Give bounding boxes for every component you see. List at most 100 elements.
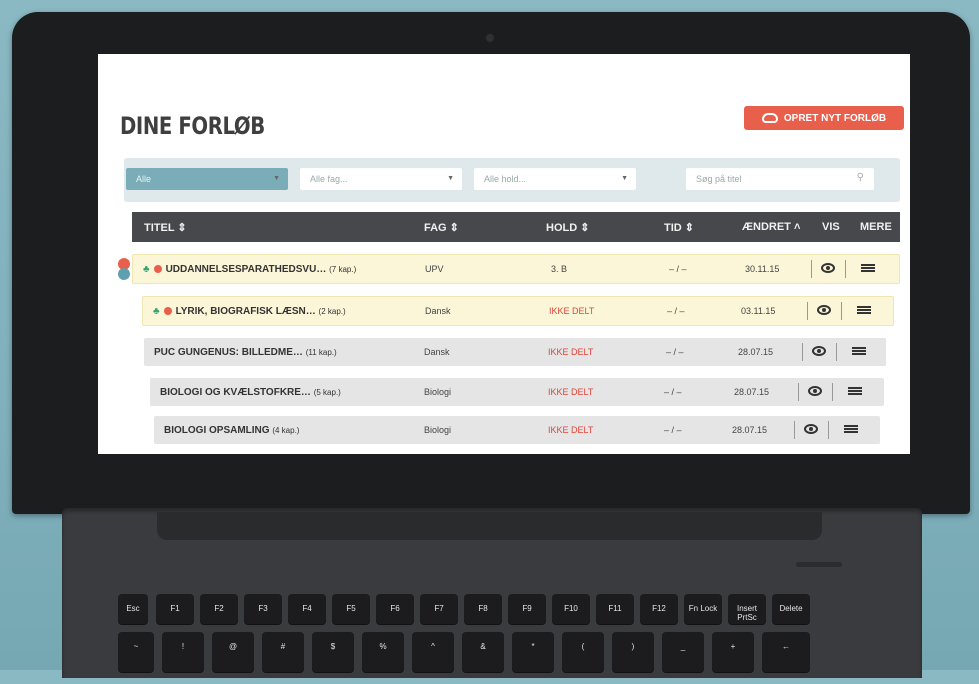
row-title: PUC GUNGENUS: BILLEDME… (11 kap.) bbox=[154, 347, 337, 358]
divider bbox=[832, 383, 833, 401]
row-title: ♣ UDDANNELSESPARATHEDSVU… (7 kap.) bbox=[143, 264, 357, 275]
row-title: ♣ LYRIK, BIOGRAFISK LÆSN… (2 kap.) bbox=[153, 306, 346, 317]
eye-icon[interactable] bbox=[812, 346, 826, 356]
key-9[interactable]: ( bbox=[562, 632, 604, 672]
team-select[interactable]: Alle hold... ▼ bbox=[474, 168, 636, 190]
create-course-button[interactable]: OPRET NYT FORLØB bbox=[744, 106, 904, 130]
row-time: – / – bbox=[664, 425, 682, 435]
key-f7[interactable]: F7 bbox=[420, 594, 458, 624]
divider bbox=[798, 383, 799, 401]
table-row[interactable]: ♣ UDDANNELSESPARATHEDSVU… (7 kap.) UPV 3.… bbox=[132, 254, 900, 284]
key-insert[interactable]: Insert PrtSc bbox=[728, 594, 766, 624]
status-dot-icon bbox=[163, 307, 172, 316]
key-4[interactable]: $ bbox=[312, 632, 354, 672]
menu-icon[interactable] bbox=[844, 425, 858, 433]
scope-select[interactable]: Alle ▼ bbox=[126, 168, 288, 190]
key-f9[interactable]: F9 bbox=[508, 594, 546, 624]
divider bbox=[845, 260, 846, 278]
cloud-icon bbox=[761, 113, 778, 123]
divider bbox=[811, 260, 812, 278]
menu-icon[interactable] bbox=[857, 306, 871, 314]
key-f5[interactable]: F5 bbox=[332, 594, 370, 624]
key-6[interactable]: ^ bbox=[412, 632, 454, 672]
status-dot-icon bbox=[153, 265, 162, 274]
col-view: VIS bbox=[822, 221, 840, 233]
key-plus[interactable]: + bbox=[712, 632, 754, 672]
search-input[interactable]: Søg på titel ⚲ bbox=[686, 168, 874, 190]
key-1[interactable]: ! bbox=[162, 632, 204, 672]
table-row[interactable]: BIOLOGI OPSAMLING (4 kap.) Biologi IKKE … bbox=[154, 416, 880, 444]
row-subject: Dansk bbox=[424, 347, 450, 357]
key-f12[interactable]: F12 bbox=[640, 594, 678, 624]
chevron-down-icon: ▼ bbox=[273, 175, 280, 182]
key-f10[interactable]: F10 bbox=[552, 594, 590, 624]
eye-icon[interactable] bbox=[821, 263, 835, 273]
key-tilde[interactable]: ~ bbox=[118, 632, 154, 672]
table-row[interactable]: PUC GUNGENUS: BILLEDME… (11 kap.) Dansk … bbox=[144, 338, 886, 366]
create-course-label: OPRET NYT FORLØB bbox=[783, 112, 887, 124]
key-f4[interactable]: F4 bbox=[288, 594, 326, 624]
key-f3[interactable]: F3 bbox=[244, 594, 282, 624]
divider bbox=[836, 343, 837, 361]
key-f6[interactable]: F6 bbox=[376, 594, 414, 624]
col-time[interactable]: TID ⇕ bbox=[664, 221, 694, 234]
table-row[interactable]: ♣ LYRIK, BIOGRAFISK LÆSN… (2 kap.) Dansk … bbox=[142, 296, 894, 326]
keyboard: Esc F1 F2 F3 F4 F5 F6 F7 F8 F9 F10 F11 F… bbox=[118, 594, 908, 684]
eye-icon[interactable] bbox=[808, 386, 822, 396]
row-subject: UPV bbox=[425, 264, 444, 274]
key-8[interactable]: * bbox=[512, 632, 554, 672]
row-team: IKKE DELT bbox=[548, 347, 594, 357]
page-title: DINE FORLØB bbox=[120, 112, 265, 140]
row-changed: 28.07.15 bbox=[738, 347, 774, 357]
scope-value: Alle bbox=[136, 174, 152, 184]
table-row[interactable]: BIOLOGI OG KVÆLSTOFKRE… (5 kap.) Biologi… bbox=[150, 378, 884, 406]
col-subject[interactable]: FAG ⇕ bbox=[424, 221, 459, 234]
laptop-lid: DINE FORLØB OPRET NYT FORLØB Alle ▼ Alle… bbox=[12, 12, 970, 514]
row-changed: 28.07.15 bbox=[732, 425, 768, 435]
group-icon: ♣ bbox=[143, 264, 150, 275]
menu-icon[interactable] bbox=[852, 347, 866, 355]
key-delete[interactable]: Delete bbox=[772, 594, 810, 624]
key-5[interactable]: % bbox=[362, 632, 404, 672]
row-changed: 30.11.15 bbox=[745, 264, 780, 274]
eye-icon[interactable] bbox=[817, 305, 831, 315]
menu-icon[interactable] bbox=[848, 387, 862, 395]
key-f8[interactable]: F8 bbox=[464, 594, 502, 624]
row-team: IKKE DELT bbox=[549, 306, 595, 316]
key-f1[interactable]: F1 bbox=[156, 594, 194, 624]
key-fn-lock[interactable]: Fn Lock bbox=[684, 594, 722, 624]
row-team: IKKE DELT bbox=[548, 425, 594, 435]
col-title[interactable]: TITEL ⇕ bbox=[144, 221, 187, 234]
divider bbox=[828, 421, 829, 439]
key-3[interactable]: # bbox=[262, 632, 304, 672]
key-esc[interactable]: Esc bbox=[118, 594, 148, 624]
row-title: BIOLOGI OPSAMLING (4 kap.) bbox=[164, 425, 300, 436]
divider bbox=[841, 302, 842, 320]
key-backspace[interactable]: ← bbox=[762, 632, 810, 672]
key-2[interactable]: @ bbox=[212, 632, 254, 672]
chevron-down-icon: ▼ bbox=[447, 175, 454, 182]
key-f11[interactable]: F11 bbox=[596, 594, 634, 624]
group-icon: ♣ bbox=[153, 306, 160, 317]
search-placeholder: Søg på titel bbox=[696, 174, 742, 184]
key-f2[interactable]: F2 bbox=[200, 594, 238, 624]
subject-select[interactable]: Alle fag... ▼ bbox=[300, 168, 462, 190]
divider bbox=[794, 421, 795, 439]
row-time: – / – bbox=[669, 264, 687, 274]
notification-badges bbox=[118, 258, 130, 280]
menu-icon[interactable] bbox=[861, 264, 875, 272]
col-team[interactable]: HOLD ⇕ bbox=[546, 221, 589, 234]
row-title: BIOLOGI OG KVÆLSTOFKRE… (5 kap.) bbox=[160, 387, 341, 398]
key-minus[interactable]: _ bbox=[662, 632, 704, 672]
row-time: – / – bbox=[667, 306, 685, 316]
team-placeholder: Alle hold... bbox=[484, 174, 527, 184]
key-7[interactable]: & bbox=[462, 632, 504, 672]
row-changed: 03.11.15 bbox=[741, 306, 776, 316]
share-badge-icon[interactable] bbox=[118, 268, 130, 280]
key-0[interactable]: ) bbox=[612, 632, 654, 672]
row-time: – / – bbox=[664, 387, 682, 397]
filter-bar: Alle ▼ Alle fag... ▼ Alle hold... ▼ Søg … bbox=[124, 158, 900, 202]
laptop-screen: DINE FORLØB OPRET NYT FORLØB Alle ▼ Alle… bbox=[98, 54, 910, 454]
eye-icon[interactable] bbox=[804, 424, 818, 434]
col-changed[interactable]: ÆNDRET ˄ bbox=[742, 221, 800, 233]
